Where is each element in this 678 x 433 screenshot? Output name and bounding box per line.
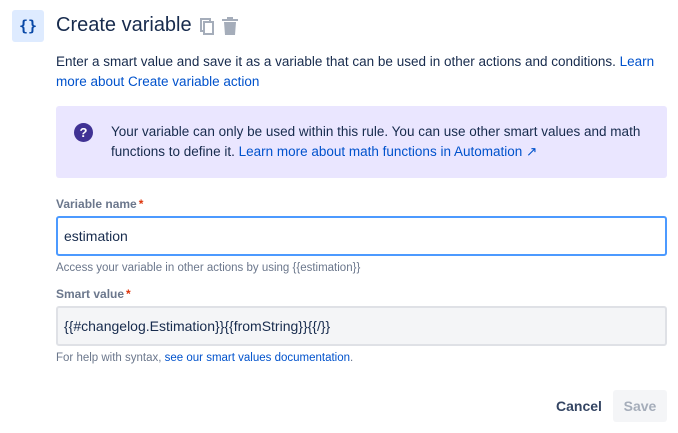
save-button[interactable]: Save xyxy=(613,390,667,422)
variable-name-label: Variable name * xyxy=(56,197,144,211)
copy-icon[interactable] xyxy=(200,18,214,40)
variable-name-input[interactable]: estimation xyxy=(56,216,667,256)
variable-name-help: Access your variable in other actions by… xyxy=(56,262,361,274)
trash-icon[interactable] xyxy=(222,17,238,40)
page-title: Create variable xyxy=(56,14,192,36)
info-text: Your variable can only be used within th… xyxy=(111,122,651,162)
description-text: Enter a smart value and save it as a var… xyxy=(56,54,620,69)
math-functions-link[interactable]: Learn more about math functions in Autom… xyxy=(239,144,538,159)
question-icon: ? xyxy=(74,123,93,142)
cancel-button[interactable]: Cancel xyxy=(548,390,610,422)
smart-value-label: Smart value * xyxy=(56,287,131,301)
variable-icon: {} xyxy=(12,10,44,42)
description: Enter a smart value and save it as a var… xyxy=(56,52,671,92)
smart-value-help: For help with syntax, see our smart valu… xyxy=(56,352,354,364)
smart-value-input[interactable]: {{#changelog.Estimation}}{{fromString}}{… xyxy=(56,306,667,346)
smart-values-docs-link[interactable]: see our smart values documentation xyxy=(165,352,350,364)
